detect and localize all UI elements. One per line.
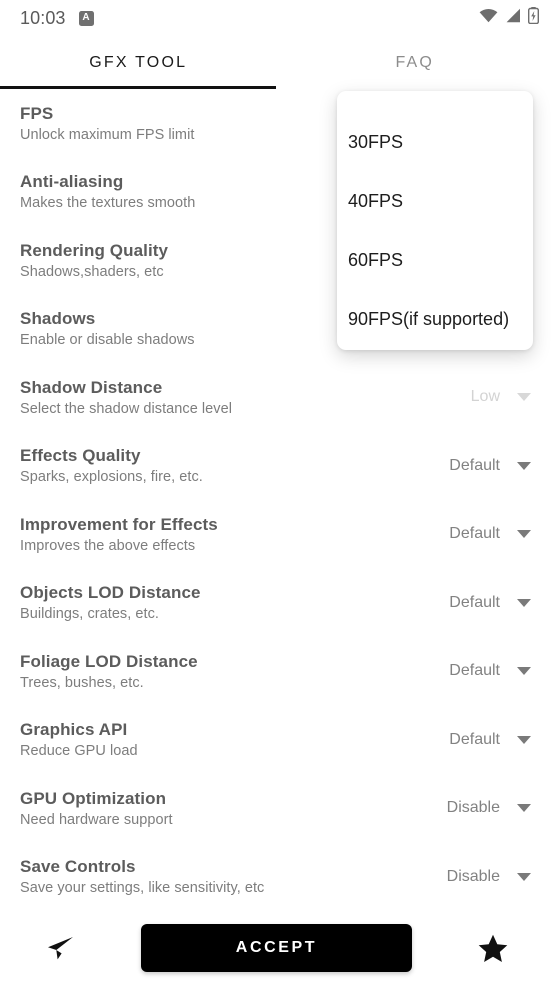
setting-row[interactable]: GPU Optimization Need hardware support Dis… [0, 774, 553, 843]
status-time: 10:03 [20, 7, 66, 28]
setting-text: FPS Unlock maximum FPS limit [20, 104, 194, 143]
setting-subtitle: Select the shadow distance level [20, 400, 232, 417]
accept-button[interactable]: ACCEPT [141, 924, 412, 972]
setting-title: Foliage LOD Distance [20, 651, 198, 671]
setting-subtitle: Sparks, explosions, fire, etc. [20, 469, 203, 486]
setting-text: Rendering Quality Shadows,shaders, etc [20, 241, 168, 280]
dropdown-option[interactable]: 30FPS [337, 113, 533, 172]
setting-subtitle: Trees, bushes, etc. [20, 674, 144, 691]
chevron-down-icon [517, 872, 531, 881]
star-icon[interactable] [471, 926, 515, 970]
setting-value-dropdown[interactable]: Disable [447, 868, 531, 886]
setting-title: Improvement for Effects [20, 514, 218, 534]
bottom-action-bar: ACCEPT [0, 912, 553, 984]
chevron-down-icon [517, 667, 531, 676]
setting-subtitle: Reduce GPU load [20, 743, 138, 760]
fps-dropdown-menu[interactable]: 30FPS 40FPS 60FPS 90FPS(if supported) [337, 91, 533, 350]
setting-title: GPU Optimization [20, 788, 167, 808]
notification-badge-icon: A [78, 10, 94, 26]
setting-title: FPS [20, 103, 54, 123]
gfx-tool-app: 10:03 A GFX TOOL FAQ FPS Unlock maximum … [0, 0, 553, 984]
status-bar: 10:03 A [0, 0, 553, 36]
setting-value: Disable [446, 799, 500, 817]
setting-text: Graphics API Reduce GPU load [20, 720, 138, 759]
chevron-down-icon [517, 804, 531, 813]
setting-value: Low [470, 388, 500, 406]
setting-value: Default [449, 662, 500, 680]
setting-row[interactable]: Graphics API Reduce GPU load Default [0, 706, 553, 775]
setting-title: Shadow Distance [20, 377, 163, 397]
setting-subtitle: Improves the above effects [20, 537, 196, 554]
dropdown-option[interactable]: 90FPS(if supported) [337, 290, 533, 349]
setting-subtitle: Buildings, crates, etc. [20, 606, 159, 623]
setting-row[interactable]: Save Controls Save your settings, like se… [0, 843, 553, 912]
setting-value-dropdown[interactable]: Default [449, 594, 531, 612]
tab-gfx-tool[interactable]: GFX TOOL [0, 36, 277, 89]
setting-text: Anti-aliasing Makes the textures smooth [20, 172, 195, 211]
setting-text: Improvement for Effects Improves the abov… [20, 515, 218, 554]
cellular-signal-icon [505, 8, 521, 28]
send-plane-icon[interactable] [38, 926, 82, 970]
setting-title: Effects Quality [20, 446, 141, 466]
dropdown-option[interactable]: 40FPS [337, 172, 533, 231]
setting-title: Graphics API [20, 720, 128, 740]
setting-value: Default [449, 730, 500, 748]
chevron-down-icon [517, 598, 531, 607]
setting-value-dropdown[interactable]: Default [449, 731, 531, 749]
setting-subtitle: Makes the textures smooth [20, 195, 196, 212]
setting-value: Disable [446, 867, 500, 885]
status-bar-left: 10:03 A [20, 8, 94, 29]
setting-title: Save Controls [20, 857, 136, 877]
setting-text: Save Controls Save your settings, like se… [20, 857, 264, 896]
setting-subtitle: Need hardware support [20, 811, 173, 828]
setting-row[interactable]: Shadow Distance Select the shadow distanc… [0, 363, 553, 432]
setting-value: Default [449, 593, 500, 611]
chevron-down-icon [517, 393, 531, 402]
setting-value-dropdown[interactable]: Default [449, 457, 531, 475]
tab-gfx-tool-label: GFX TOOL [89, 53, 188, 71]
setting-text: Effects Quality Sparks, explosions, fire,… [20, 446, 203, 485]
chevron-down-icon [517, 461, 531, 470]
setting-title: Objects LOD Distance [20, 583, 201, 603]
setting-row[interactable]: Improvement for Effects Improves the abov… [0, 500, 553, 569]
tab-faq-label: FAQ [395, 53, 435, 71]
setting-title: Anti-aliasing [20, 172, 124, 192]
setting-text: Foliage LOD Distance Trees, bushes, etc. [20, 652, 198, 691]
setting-value-dropdown[interactable]: Default [449, 662, 531, 680]
setting-text: Objects LOD Distance Buildings, crates, e… [20, 583, 201, 622]
setting-value-dropdown[interactable]: Default [449, 525, 531, 543]
battery-charging-icon [527, 7, 540, 29]
setting-title: Rendering Quality [20, 240, 169, 260]
setting-text: GPU Optimization Need hardware support [20, 789, 173, 828]
setting-value: Default [449, 525, 500, 543]
wifi-icon [479, 8, 498, 28]
tab-faq[interactable]: FAQ [277, 36, 553, 89]
setting-subtitle: Enable or disable shadows [20, 332, 195, 349]
setting-text: Shadow Distance Select the shadow distanc… [20, 378, 232, 417]
setting-title: Shadows [20, 309, 96, 329]
setting-subtitle: Save your settings, like sensitivity, et… [20, 880, 265, 897]
setting-row[interactable]: Effects Quality Sparks, explosions, fire,… [0, 432, 553, 501]
setting-value-dropdown[interactable]: Disable [447, 799, 531, 817]
setting-text: Shadows Enable or disable shadows [20, 309, 195, 348]
setting-subtitle: Unlock maximum FPS limit [20, 126, 195, 143]
setting-value: Default [449, 456, 500, 474]
setting-value-dropdown[interactable]: Low [471, 388, 531, 406]
chevron-down-icon [517, 735, 531, 744]
status-bar-right [479, 7, 540, 29]
setting-subtitle: Shadows,shaders, etc [20, 263, 164, 280]
tab-bar: GFX TOOL FAQ [0, 36, 553, 89]
chevron-down-icon [517, 530, 531, 539]
setting-row[interactable]: Objects LOD Distance Buildings, crates, e… [0, 569, 553, 638]
setting-row[interactable]: Foliage LOD Distance Trees, bushes, etc. D… [0, 637, 553, 706]
dropdown-option[interactable]: 60FPS [337, 231, 533, 290]
